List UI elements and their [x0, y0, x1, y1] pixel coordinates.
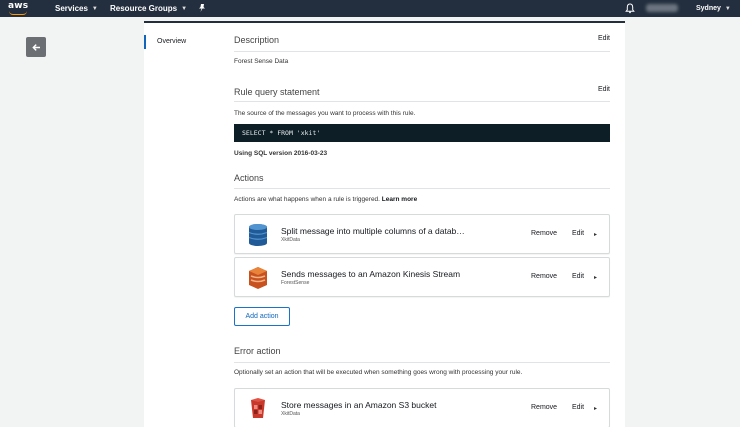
arrow-left-icon — [31, 43, 40, 51]
chevron-right-icon[interactable]: ▸ — [594, 231, 597, 238]
bell-icon[interactable] — [625, 3, 635, 14]
remove-action-link[interactable]: Remove — [531, 273, 557, 280]
rule-detail-panel: Overview Description Edit Forest Sense D… — [144, 21, 625, 427]
description-edit-link[interactable]: Edit — [598, 35, 610, 42]
sql-version: Using SQL version 2016-03-23 — [234, 150, 328, 157]
divider — [234, 51, 610, 52]
chevron-right-icon[interactable]: ▸ — [594, 405, 597, 412]
edit-action-link[interactable]: Edit — [572, 273, 584, 280]
services-label: Services — [55, 4, 88, 13]
chevron-right-icon[interactable]: ▸ — [594, 274, 597, 281]
error-action-card-s3[interactable]: Store messages in an Amazon S3 bucket Xk… — [234, 388, 610, 427]
description-title: Description — [234, 35, 280, 45]
resource-groups-label: Resource Groups — [110, 4, 178, 13]
action-title: Split message into multiple columns of a… — [281, 226, 465, 236]
action-title: Sends messages to an Amazon Kinesis Stre… — [281, 269, 461, 279]
edit-error-action-link[interactable]: Edit — [572, 404, 584, 411]
actions-help: Actions are what happens when a rule is … — [234, 196, 417, 203]
s3-icon — [251, 398, 265, 418]
divider — [234, 101, 610, 102]
error-action-title-text: Store messages in an Amazon S3 bucket — [281, 400, 437, 410]
remove-action-link[interactable]: Remove — [531, 230, 557, 237]
rule-query-edit-link[interactable]: Edit — [598, 86, 610, 93]
error-action-title: Error action — [234, 346, 281, 356]
services-menu[interactable]: Services ▼ — [55, 0, 98, 17]
sql-statement: SELECT * FROM 'xkit' — [234, 124, 610, 142]
pin-icon[interactable] — [197, 3, 207, 13]
actions-title: Actions — [234, 173, 264, 183]
aws-logo-text: aws — [8, 1, 29, 11]
remove-error-action-link[interactable]: Remove — [531, 404, 557, 411]
divider — [234, 188, 610, 189]
edit-action-link[interactable]: Edit — [572, 230, 584, 237]
action-card-kinesis[interactable]: Sends messages to an Amazon Kinesis Stre… — [234, 257, 610, 297]
action-subtitle: XkitData — [281, 237, 300, 243]
rule-query-help: The source of the messages you want to p… — [234, 110, 416, 117]
region-label: Sydney — [696, 5, 721, 12]
error-action-help: Optionally set an action that will be ex… — [234, 369, 523, 376]
description-value: Forest Sense Data — [234, 58, 289, 65]
panel-top-border — [144, 21, 625, 23]
chevron-down-icon: ▼ — [181, 5, 188, 12]
tab-overview[interactable]: Overview — [144, 35, 186, 49]
error-action-subtitle: XkitData — [281, 411, 300, 417]
rule-query-title: Rule query statement — [234, 87, 320, 97]
chevron-down-icon: ▼ — [91, 5, 98, 12]
add-action-button[interactable]: Add action — [234, 307, 290, 326]
dynamodb-icon — [248, 224, 268, 246]
top-navigation-bar: aws Services ▼ Resource Groups ▼ Sydney … — [0, 0, 740, 17]
aws-smile-icon — [9, 11, 27, 15]
action-card-dynamodb[interactable]: Split message into multiple columns of a… — [234, 214, 610, 254]
actions-help-text: Actions are what happens when a rule is … — [234, 196, 380, 203]
account-menu[interactable] — [646, 4, 678, 12]
action-subtitle: ForestSense — [281, 280, 310, 286]
region-selector[interactable]: Sydney ▼ — [696, 0, 731, 17]
learn-more-link[interactable]: Learn more — [382, 196, 417, 203]
back-button[interactable] — [26, 37, 46, 57]
aws-logo[interactable]: aws — [8, 1, 30, 16]
kinesis-icon — [249, 267, 267, 289]
divider — [234, 362, 610, 363]
chevron-down-icon: ▼ — [724, 5, 731, 12]
resource-groups-menu[interactable]: Resource Groups ▼ — [110, 0, 187, 17]
